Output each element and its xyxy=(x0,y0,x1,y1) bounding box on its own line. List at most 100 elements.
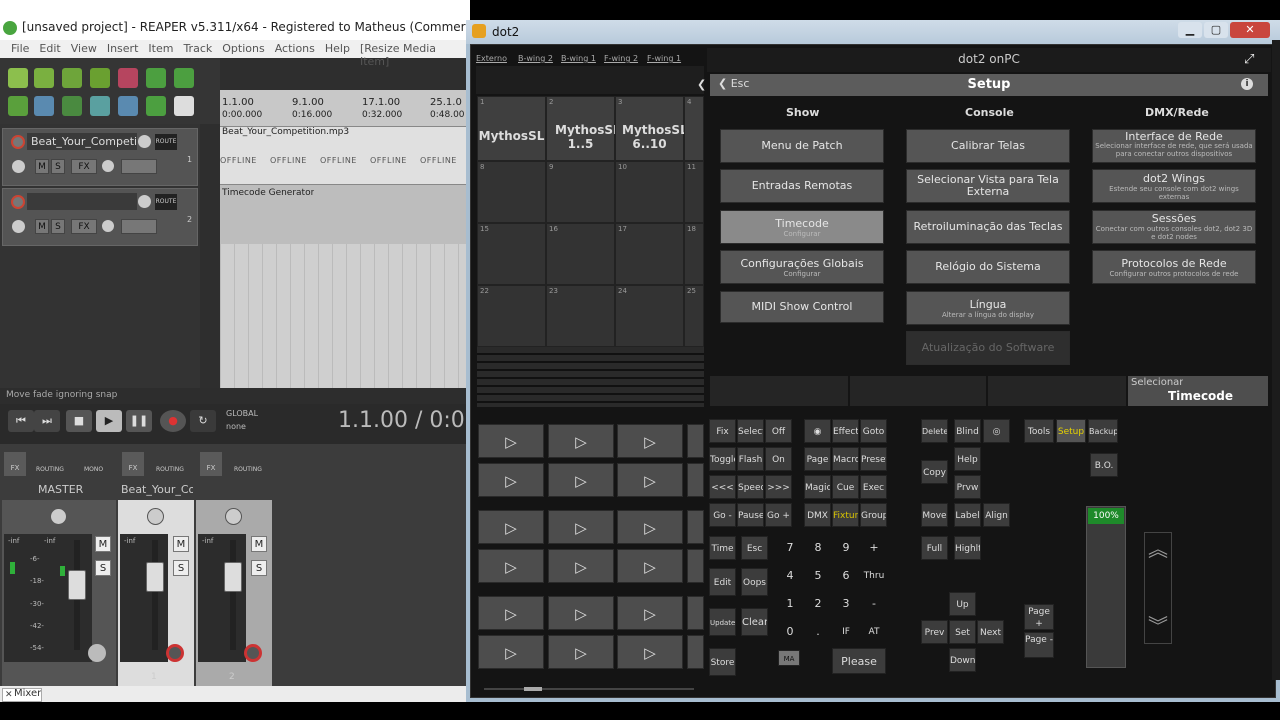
item-grouping-icon[interactable] xyxy=(118,96,138,116)
time-key[interactable]: Time xyxy=(709,536,736,560)
executor-go-button[interactable] xyxy=(687,424,704,458)
group-pool-cell[interactable]: 3 MythosSL 6..10 xyxy=(615,96,688,161)
blackout-key[interactable]: B.O. xyxy=(1090,453,1118,477)
menu-insert[interactable]: Insert xyxy=(102,40,144,58)
group-pool-cell[interactable]: 17 xyxy=(615,223,684,285)
go-to-start-button[interactable]: ⏮ xyxy=(8,410,34,432)
store-key[interactable]: Store xyxy=(709,648,736,676)
calibrar-telas-button[interactable]: Calibrar Telas xyxy=(906,129,1070,163)
fx-button[interactable]: FX xyxy=(71,219,97,234)
route-button[interactable]: ROUTE xyxy=(155,194,177,210)
softkey-3[interactable] xyxy=(988,376,1126,406)
go-to-end-button[interactable]: ⏭ xyxy=(34,410,60,432)
executor-go-button[interactable]: ▷ xyxy=(548,463,614,497)
close-button[interactable]: ✕ xyxy=(1230,22,1270,38)
prev-key[interactable]: Prev xyxy=(921,620,948,644)
group-pool-cell[interactable]: 25 xyxy=(684,285,704,347)
group-pool-cell[interactable]: 8 xyxy=(477,161,546,223)
entradas-remotas-button[interactable]: Entradas Remotas xyxy=(720,169,884,203)
master-settings-icon[interactable] xyxy=(88,644,106,662)
envelope-button[interactable] xyxy=(121,219,157,234)
eye-icon[interactable]: ◉ xyxy=(804,419,831,443)
set-key[interactable]: Set xyxy=(949,620,976,644)
grid-toggle-icon[interactable] xyxy=(8,96,28,116)
master-routing-label[interactable]: ROUTING xyxy=(36,466,64,473)
group-pool-cell[interactable]: 2 MythosSL 1..5 xyxy=(546,96,621,161)
track2-mute-button[interactable]: M xyxy=(251,536,267,552)
group-pool-cell[interactable]: 4 xyxy=(684,96,704,161)
executor-scrollbar-thumb[interactable] xyxy=(524,687,542,691)
track-1[interactable]: Beat_Your_Competi ROUTE M S FX 1 xyxy=(2,128,198,186)
preview-key[interactable]: Prvw xyxy=(954,475,981,499)
dot2-wings-button[interactable]: dot2 Wings Estende seu console com dot2 w… xyxy=(1092,169,1256,203)
page-plus-key[interactable]: Page + xyxy=(1024,604,1054,630)
speed-up-key[interactable]: >>> xyxy=(765,475,792,499)
softkey-1[interactable] xyxy=(710,376,848,406)
executor-go-button[interactable]: ▷ xyxy=(478,635,544,669)
help-key[interactable]: Help xyxy=(954,447,981,471)
group-pool-cell[interactable]: 9 xyxy=(546,161,615,223)
setup-key[interactable]: Setup xyxy=(1056,419,1086,443)
pan-knob[interactable] xyxy=(11,219,26,234)
track1-fader[interactable] xyxy=(146,562,164,592)
highlight-target-icon[interactable]: ◎ xyxy=(983,419,1010,443)
menu-help[interactable]: Help xyxy=(320,40,355,58)
speed-down-key[interactable]: <<< xyxy=(709,475,736,499)
executor-go-button[interactable]: ▷ xyxy=(478,510,544,544)
menu-track[interactable]: Track xyxy=(178,40,217,58)
project-settings-icon[interactable] xyxy=(90,68,110,88)
track2-routing-label[interactable]: ROUTING xyxy=(234,466,262,473)
envelope-icon[interactable] xyxy=(90,96,110,116)
track1-routing-label[interactable]: ROUTING xyxy=(156,466,184,473)
mute-button[interactable]: M xyxy=(35,219,49,234)
go-minus-key[interactable]: Go - xyxy=(709,503,736,527)
menu-view[interactable]: View xyxy=(66,40,102,58)
pan-knob[interactable] xyxy=(11,159,26,174)
executor-go-button[interactable] xyxy=(687,510,704,544)
executor-go-button[interactable] xyxy=(687,596,704,630)
track1-solo-button[interactable]: S xyxy=(173,560,189,576)
scroll-arrow-icon[interactable]: ❮ xyxy=(697,78,706,91)
timecode-button[interactable]: Timecode Configurar xyxy=(720,210,884,244)
menu-item[interactable]: Item xyxy=(143,40,178,58)
executor-go-button[interactable]: ▷ xyxy=(478,463,544,497)
group-pool-cell[interactable]: 11 xyxy=(684,161,704,223)
esc-key[interactable]: Esc xyxy=(741,536,768,560)
track-2[interactable]: ROUTE M S FX 2 xyxy=(2,188,198,246)
executor-go-button[interactable] xyxy=(687,549,704,583)
play-button[interactable]: ▶ xyxy=(96,410,122,432)
exec-tab-externo[interactable]: Externo xyxy=(476,54,507,63)
sessoes-button[interactable]: Sessões Conectar com outros consoles dot2… xyxy=(1092,210,1256,244)
numpad-0[interactable]: 0 xyxy=(777,620,803,644)
track2-fx-button[interactable]: FX xyxy=(200,452,222,476)
group-pool-cell[interactable]: 15 xyxy=(477,223,546,285)
label-key[interactable]: Label xyxy=(954,503,981,527)
track-name[interactable]: Beat_Your_Competi xyxy=(27,133,137,150)
executor-go-button[interactable]: ▷ xyxy=(617,510,683,544)
minimize-button[interactable]: ▁ xyxy=(1178,22,1202,38)
menu-actions[interactable]: Actions xyxy=(270,40,320,58)
route-button[interactable]: ROUTE xyxy=(155,134,177,150)
master-mute-button[interactable]: M xyxy=(95,536,111,552)
numpad-4[interactable]: 4 xyxy=(777,564,803,588)
full-key[interactable]: Full xyxy=(921,536,948,560)
edit-key[interactable]: Edit xyxy=(709,568,736,596)
up-key[interactable]: Up xyxy=(949,592,976,616)
down-key[interactable]: Down xyxy=(949,648,976,672)
expand-icon[interactable]: ⤢ xyxy=(1244,52,1254,67)
fixture-key[interactable]: Fixture xyxy=(832,503,859,527)
record-arm-button[interactable] xyxy=(11,135,25,149)
master-solo-button[interactable]: S xyxy=(95,560,111,576)
macro-key[interactable]: Macro xyxy=(832,447,859,471)
numpad-dot[interactable]: . xyxy=(805,620,831,644)
executor-go-button[interactable]: ▷ xyxy=(617,424,683,458)
executor-go-button[interactable]: ▷ xyxy=(548,635,614,669)
exec-tab-fwing2[interactable]: F-wing 2 xyxy=(604,54,638,63)
selecionar-vista-button[interactable]: Selecionar Vista para Tela Externa xyxy=(906,169,1070,203)
pause-button[interactable]: ❚❚ xyxy=(126,410,152,432)
numpad-at[interactable]: AT xyxy=(861,620,887,644)
executor-go-button[interactable]: ▷ xyxy=(617,635,683,669)
master-mono-label[interactable]: MONO xyxy=(84,466,103,473)
retroiluminacao-button[interactable]: Retroiluminação das Teclas xyxy=(906,210,1070,244)
numpad-8[interactable]: 8 xyxy=(805,536,831,560)
